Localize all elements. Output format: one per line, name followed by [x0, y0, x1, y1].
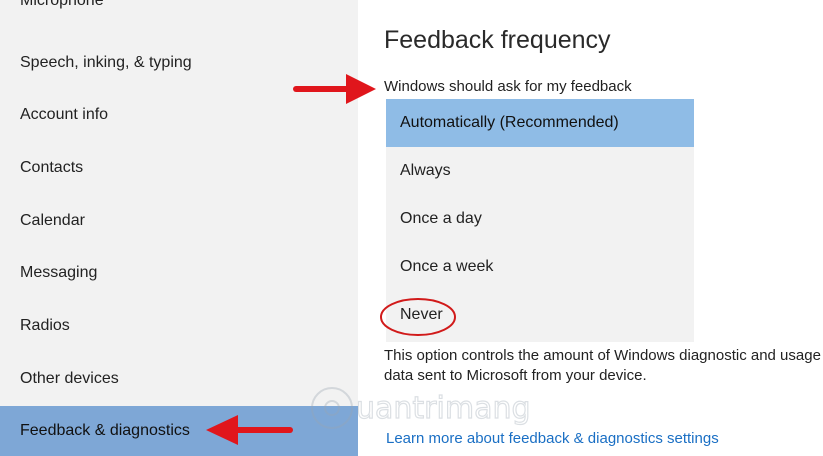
description-text: This option controls the amount of Windo…	[384, 347, 821, 384]
main-content: Feedback frequency Windows should ask fo…	[384, 0, 823, 456]
sidebar-item-label: Calendar	[20, 212, 85, 229]
sidebar-item-account-info[interactable]: Account info	[0, 90, 358, 140]
sidebar-item-contacts[interactable]: Contacts	[0, 143, 358, 193]
sidebar-item-speech-inking-typing[interactable]: Speech, inking, & typing	[0, 38, 358, 88]
option-label: Always	[400, 162, 451, 179]
sidebar-item-label: Feedback & diagnostics	[20, 422, 190, 439]
option-label: Automatically (Recommended)	[400, 114, 619, 131]
sidebar-item-label: Other devices	[20, 370, 119, 387]
sidebar-item-microphone[interactable]: Microphone	[0, 0, 358, 16]
sidebar-item-label: Messaging	[20, 264, 98, 281]
sidebar-item-label: Radios	[20, 317, 70, 334]
option-label: Never	[400, 306, 443, 323]
option-automatically[interactable]: Automatically (Recommended)	[386, 99, 694, 147]
sidebar-item-messaging[interactable]: Messaging	[0, 248, 358, 298]
sidebar: Microphone Speech, inking, & typing Acco…	[0, 0, 358, 456]
option-always[interactable]: Always	[386, 147, 694, 195]
option-once-a-day[interactable]: Once a day	[386, 195, 694, 243]
option-never[interactable]: Never	[386, 291, 694, 339]
learn-more-link[interactable]: Learn more about feedback & diagnostics …	[386, 430, 719, 447]
option-label: Once a day	[400, 210, 482, 227]
sidebar-item-calendar[interactable]: Calendar	[0, 196, 358, 246]
sidebar-item-label: Speech, inking, & typing	[20, 54, 192, 71]
option-label: Once a week	[400, 258, 494, 275]
sidebar-item-radios[interactable]: Radios	[0, 301, 358, 351]
sidebar-item-other-devices[interactable]: Other devices	[0, 354, 358, 404]
feedback-frequency-label: Windows should ask for my feedback	[384, 78, 632, 95]
sidebar-item-label: Account info	[20, 106, 109, 123]
feedback-frequency-dropdown[interactable]: Automatically (Recommended) Always Once …	[386, 99, 694, 342]
sidebar-item-feedback-diagnostics[interactable]: Feedback & diagnostics	[0, 406, 358, 456]
option-once-a-week[interactable]: Once a week	[386, 243, 694, 291]
sidebar-item-label: Contacts	[20, 159, 84, 176]
page-title: Feedback frequency	[384, 26, 611, 54]
sidebar-item-label: Microphone	[20, 0, 104, 9]
